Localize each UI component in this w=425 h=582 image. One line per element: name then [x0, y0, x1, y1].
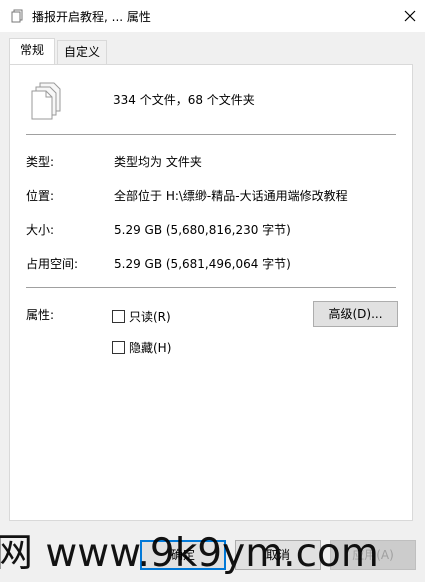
tab-custom[interactable]: 自定义: [57, 40, 107, 64]
title-bar: 播报开启教程, ... 属性: [0, 0, 425, 32]
general-panel: 334 个文件，68 个文件夹 类型: 类型均为 文件夹 位置: 全部位于 H:…: [9, 64, 413, 521]
readonly-label: 只读(R): [129, 310, 171, 324]
close-button[interactable]: [395, 0, 425, 32]
location-value: 全部位于 H:\缥缈-精品-大话通用端修改教程: [114, 189, 348, 203]
hidden-label: 隐藏(H): [129, 341, 172, 355]
folders-icon: [10, 9, 24, 23]
close-icon: [404, 10, 416, 22]
attributes-label: 属性:: [26, 308, 55, 322]
size-on-disk-label: 占用空间:: [26, 257, 79, 271]
divider: [26, 134, 396, 135]
hidden-checkbox[interactable]: 隐藏(H): [112, 339, 171, 356]
ok-button[interactable]: 确定: [140, 540, 226, 570]
type-value: 类型均为 文件夹: [114, 155, 202, 169]
checkbox-box[interactable]: [112, 310, 125, 323]
tab-general[interactable]: 常规: [9, 38, 55, 64]
location-label: 位置:: [26, 189, 55, 203]
divider: [26, 287, 396, 288]
type-label: 类型:: [26, 155, 55, 169]
tab-strip: 常规 自定义: [0, 38, 425, 65]
selection-summary: 334 个文件，68 个文件夹: [113, 93, 255, 107]
checkbox-box[interactable]: [112, 341, 125, 354]
cancel-button[interactable]: 取消: [235, 540, 321, 570]
size-on-disk-value: 5.29 GB (5,681,496,064 字节): [114, 257, 291, 271]
readonly-checkbox[interactable]: 只读(R): [112, 308, 171, 325]
size-value: 5.29 GB (5,680,816,230 字节): [114, 223, 291, 237]
apply-button[interactable]: 应用(A): [330, 540, 416, 570]
advanced-button[interactable]: 高级(D)...: [313, 301, 398, 327]
size-label: 大小:: [26, 223, 55, 237]
multiple-files-icon: [28, 81, 64, 124]
window-title: 播报开启教程, ... 属性: [32, 10, 151, 24]
